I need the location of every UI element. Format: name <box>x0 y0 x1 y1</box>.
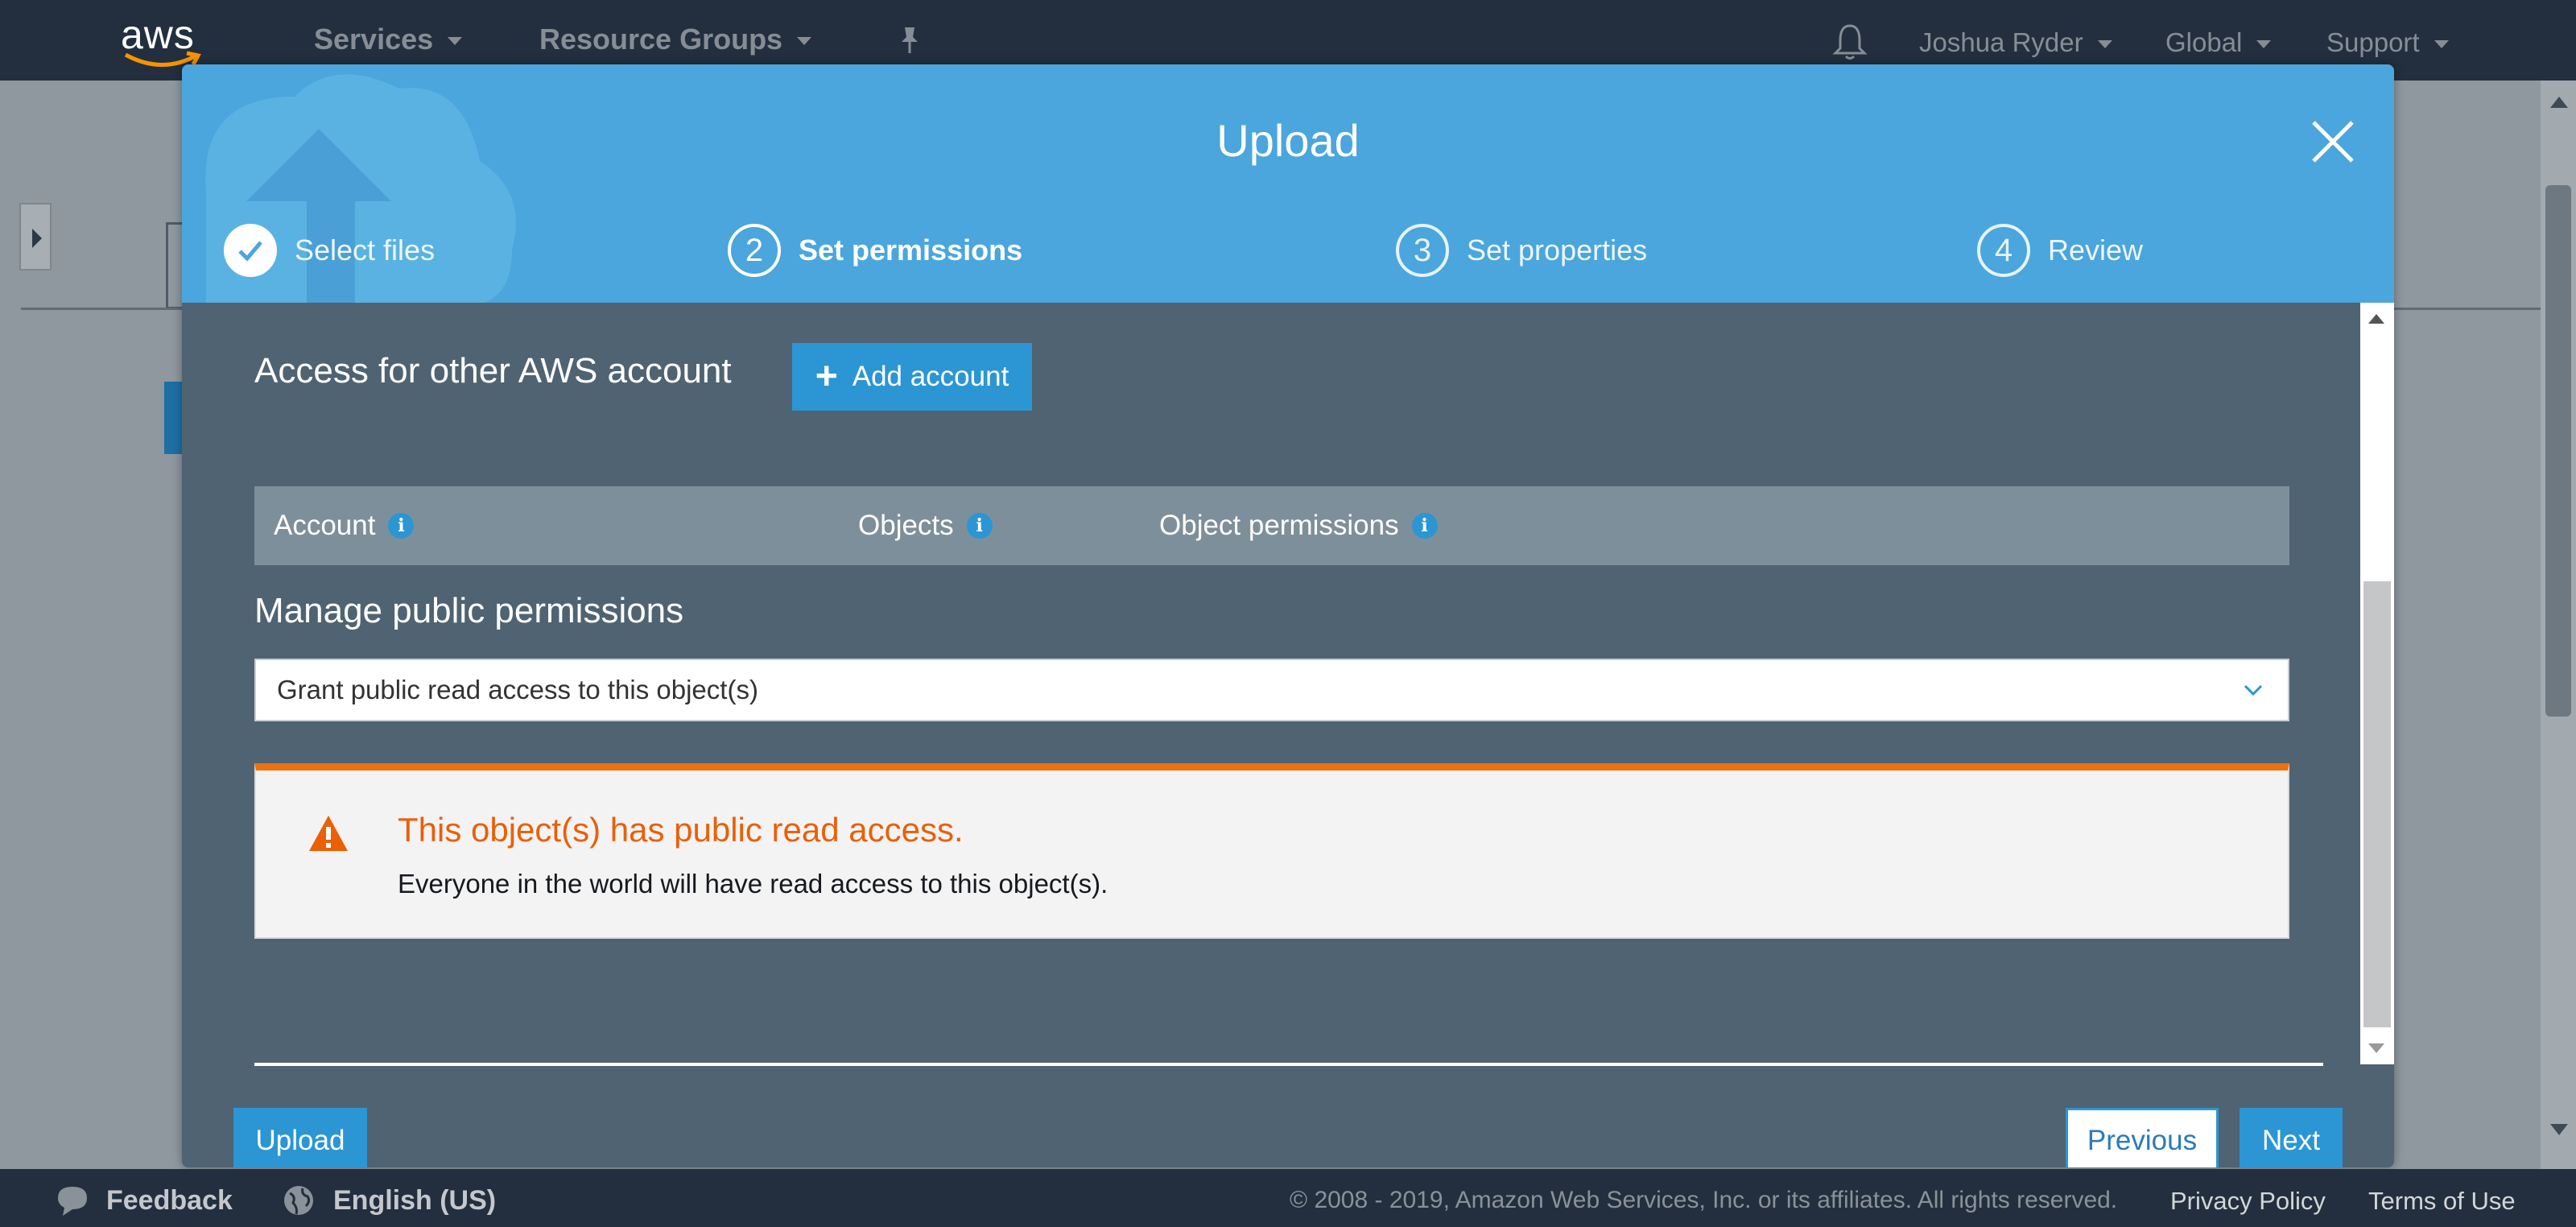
feedback-label: Feedback <box>106 1184 233 1216</box>
chevron-down-icon <box>2244 684 2263 696</box>
other-accounts-title: Access for other AWS account <box>254 351 732 390</box>
step-label: Set properties <box>1467 233 1648 266</box>
public-permissions-title: Manage public permissions <box>254 591 684 630</box>
check-circle-icon <box>224 224 277 277</box>
upload-modal: Upload Select files 2 Set permissions 3 … <box>182 64 2394 1167</box>
chevron-down-icon <box>2256 40 2272 49</box>
step-number: 3 <box>1396 224 1449 277</box>
modal-title: Upload <box>1216 115 1360 166</box>
public-permissions-select[interactable]: Grant public read access to this object(… <box>254 659 2289 721</box>
next-button[interactable]: Next <box>2240 1108 2343 1167</box>
step-label: Select files <box>295 233 436 266</box>
globe-icon <box>284 1186 313 1215</box>
pin-icon[interactable] <box>894 24 926 56</box>
region-menu-label: Global <box>2165 27 2243 57</box>
add-account-button[interactable]: + Add account <box>792 343 1032 411</box>
resource-groups-menu-label: Resource Groups <box>539 23 783 56</box>
step-label: Set permissions <box>799 233 1023 266</box>
warning-icon <box>309 816 348 851</box>
info-icon[interactable]: i <box>388 513 415 539</box>
column-object-permissions-label: Object permissions <box>1159 510 1399 541</box>
scroll-up-icon[interactable] <box>2550 97 2568 108</box>
public-permissions-value: Grant public read access to this object(… <box>277 675 758 704</box>
step-label: Review <box>2048 233 2144 266</box>
info-icon[interactable]: i <box>966 513 993 539</box>
warning-title: This object(s) has public read access. <box>398 811 964 849</box>
step-set-permissions[interactable]: 2 Set permissions <box>728 222 1022 279</box>
previous-button[interactable]: Previous <box>2066 1108 2219 1167</box>
scroll-down-icon[interactable] <box>2550 1124 2568 1135</box>
background-tab <box>164 382 184 454</box>
footer-divider <box>254 1063 2323 1066</box>
chevron-down-icon <box>2097 40 2112 49</box>
terms-of-use-link[interactable]: Terms of Use <box>2368 1187 2516 1216</box>
services-menu-label: Services <box>314 23 434 56</box>
page-scrollbar[interactable] <box>2541 81 2576 1169</box>
scroll-down-icon[interactable] <box>2368 1043 2384 1053</box>
region-menu[interactable]: Global <box>2165 27 2272 58</box>
privacy-policy-link[interactable]: Privacy Policy <box>2170 1187 2326 1216</box>
sidebar-toggle-button[interactable] <box>19 203 52 271</box>
chevron-down-icon <box>2434 40 2449 49</box>
language-label: English (US) <box>333 1184 497 1216</box>
plus-icon: + <box>815 355 838 398</box>
info-icon[interactable]: i <box>1411 513 1438 539</box>
chevron-right-icon <box>32 229 42 248</box>
chevron-down-icon <box>448 37 463 46</box>
support-menu[interactable]: Support <box>2326 27 2449 58</box>
accounts-table-header: Account i Objects i Object permissions i <box>254 486 2289 565</box>
modal-body: Access for other AWS account + Add accou… <box>182 303 2394 1167</box>
step-number: 4 <box>1977 224 2030 277</box>
step-set-properties[interactable]: 3 Set properties <box>1396 222 1647 279</box>
user-menu-label: Joshua Ryder <box>1919 27 2083 57</box>
warning-text: Everyone in the world will have read acc… <box>398 869 1108 899</box>
add-account-label: Add account <box>852 361 1009 392</box>
user-menu[interactable]: Joshua Ryder <box>1919 27 2112 58</box>
page-scrollbar-thumb[interactable] <box>2545 185 2571 717</box>
modal-scrollbar[interactable] <box>2360 303 2394 1064</box>
close-icon[interactable] <box>2309 118 2357 166</box>
column-account-label: Account <box>274 510 376 541</box>
step-select-files[interactable]: Select files <box>224 222 435 279</box>
column-object-permissions: Object permissions i <box>1159 486 1438 565</box>
resource-groups-menu[interactable]: Resource Groups <box>539 23 812 56</box>
page-footer: Feedback English (US) © 2008 - 2019, Ama… <box>0 1169 2576 1227</box>
speech-bubble-icon <box>58 1187 87 1216</box>
modal-scrollbar-thumb[interactable] <box>2363 581 2391 1027</box>
support-menu-label: Support <box>2326 27 2420 57</box>
step-review[interactable]: 4 Review <box>1977 222 2143 279</box>
step-number: 2 <box>728 224 781 277</box>
aws-logo[interactable]: aws <box>121 11 209 68</box>
scroll-up-icon[interactable] <box>2368 314 2384 324</box>
feedback-link[interactable]: Feedback <box>55 1184 233 1217</box>
public-access-warning: This object(s) has public read access. E… <box>254 763 2289 939</box>
chevron-down-icon <box>797 37 812 46</box>
bell-icon[interactable] <box>1832 21 1868 61</box>
column-objects: Objects i <box>858 486 993 565</box>
language-selector[interactable]: English (US) <box>282 1184 496 1217</box>
services-menu[interactable]: Services <box>314 23 463 56</box>
modal-header: Upload Select files 2 Set permissions 3 … <box>182 64 2394 303</box>
copyright-text: © 2008 - 2019, Amazon Web Services, Inc.… <box>1290 1187 2118 1213</box>
column-account: Account i <box>274 486 415 565</box>
upload-button[interactable]: Upload <box>233 1108 367 1167</box>
column-objects-label: Objects <box>858 510 954 541</box>
